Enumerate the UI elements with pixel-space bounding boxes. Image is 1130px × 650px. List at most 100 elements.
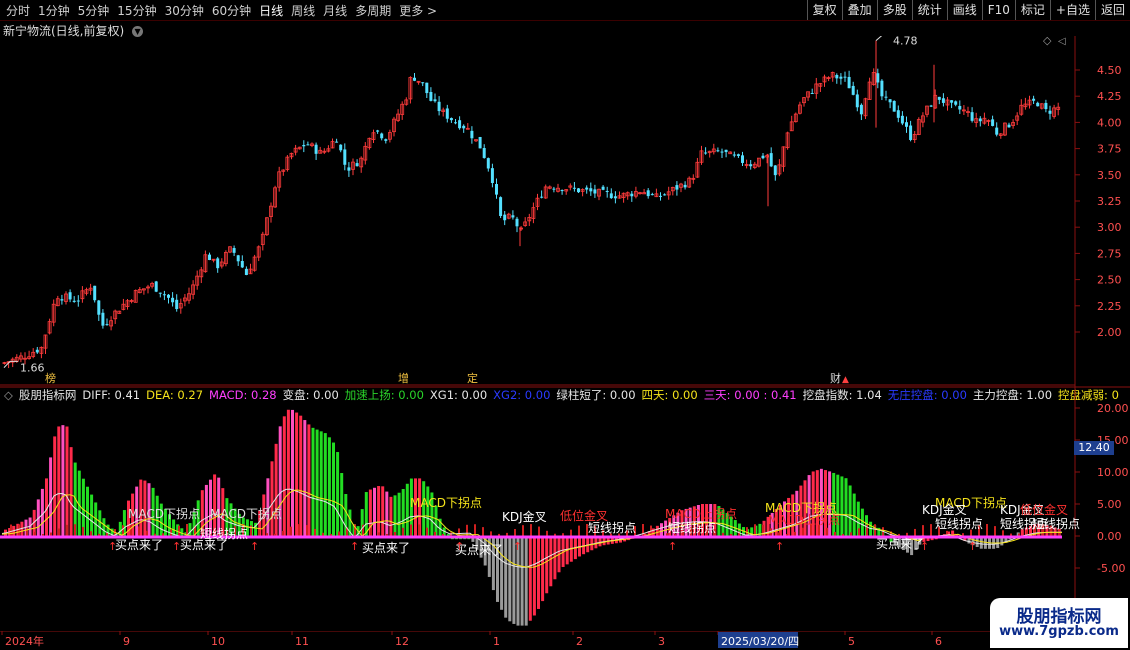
period-tab[interactable]: 日线 [255, 2, 287, 19]
candle [666, 186, 671, 200]
histogram-bar [852, 493, 856, 536]
candle [707, 150, 712, 158]
candle [359, 156, 364, 173]
candle [445, 104, 449, 123]
toolbar-button[interactable]: 画线 [946, 0, 982, 20]
candle [741, 151, 744, 167]
signal-bars [10, 524, 1060, 536]
period-tab[interactable]: 30分钟 [161, 2, 208, 19]
signal-label: MACD下拐点 [410, 495, 482, 510]
candle [793, 112, 798, 123]
candle [55, 295, 60, 307]
candle [757, 157, 761, 168]
histogram-bar [504, 536, 508, 618]
toolbar-button[interactable]: F10 [981, 0, 1015, 20]
signal-label: 短线拐点 [200, 526, 248, 541]
histogram-bar [528, 536, 532, 621]
date-tick-label: 2024年 [5, 634, 44, 648]
period-tab[interactable]: 1分钟 [34, 2, 74, 19]
candle [974, 112, 979, 128]
histogram-bar [844, 478, 848, 536]
candle [941, 93, 945, 107]
candle [499, 196, 503, 219]
period-tab[interactable]: 60分钟 [208, 2, 255, 19]
period-selector: 分时 1分钟 5分钟 15分钟 30分钟 60分钟 日线 周线 月线 多周期 更多 > [2, 0, 441, 20]
candle [822, 74, 827, 87]
event-tag: 增 [398, 371, 409, 385]
toolbar-button[interactable]: +自选 [1049, 0, 1095, 20]
candle [158, 292, 162, 298]
date-tick-label: 6 [935, 635, 942, 648]
histogram-bar [660, 523, 663, 536]
date-tick: 5 [844, 631, 855, 648]
candle [264, 217, 269, 237]
price-tick-label: 3.25 [1097, 195, 1122, 208]
candle [486, 157, 490, 172]
candle [781, 146, 786, 172]
candle [609, 188, 613, 199]
histogram-bar [319, 431, 323, 536]
candle [244, 266, 248, 276]
candle [711, 143, 716, 155]
buy-arrow-icon: ↑ [108, 540, 117, 553]
macd-indicator-chart[interactable]: 20.0015.0010.005.000.00-5.00MACD下拐点MACD下… [0, 386, 1130, 631]
date-tick-label: 3 [658, 635, 665, 648]
candle [318, 146, 323, 154]
period-tab[interactable]: 分时 [2, 2, 34, 19]
candle [998, 132, 1003, 139]
signal-label: 短线拐点 [935, 516, 983, 531]
histogram-bar [295, 412, 299, 536]
histogram-bar [373, 487, 376, 536]
candle [634, 186, 638, 199]
candlestick-chart[interactable]: 4.50 4.25 4.00 3.75 3.50 3.25 3.00 2.75 2.50 2.25… [0, 36, 1130, 386]
signal-label: MACD上拐点 [768, 512, 840, 527]
candle [474, 139, 478, 142]
signal-label: KDJ金叉 [922, 502, 967, 517]
candle [543, 184, 548, 199]
buy-arrow-icon: ↑ [968, 540, 977, 553]
candle [1036, 101, 1040, 107]
candle [80, 286, 85, 303]
candle [663, 193, 667, 196]
candle [335, 138, 339, 143]
period-tab[interactable]: 月线 [319, 2, 351, 19]
candle [683, 181, 687, 190]
candle [1003, 122, 1007, 137]
candle [527, 213, 532, 226]
candle [105, 318, 109, 326]
candle [535, 193, 540, 211]
candle [909, 120, 913, 142]
toolbar-button[interactable]: 叠加 [841, 0, 877, 20]
candle [441, 107, 446, 117]
histogram-bar [848, 485, 852, 536]
candle [597, 188, 601, 201]
toolbar-button[interactable]: 复权 [806, 0, 842, 20]
period-tab[interactable]: 更多 > [395, 2, 441, 19]
period-tab[interactable]: 5分钟 [74, 2, 114, 19]
toolbar-button[interactable]: 多股 [876, 0, 912, 20]
candle [171, 292, 175, 307]
histogram-bar [397, 492, 401, 536]
candle [387, 129, 392, 143]
period-tab[interactable]: 15分钟 [113, 2, 160, 19]
toolbar-button[interactable]: 标记 [1014, 0, 1050, 20]
date-tick: 3 [654, 631, 665, 648]
candle [141, 288, 146, 295]
candle [203, 250, 208, 273]
candle [900, 111, 904, 126]
toolbar-button[interactable]: 统计 [911, 0, 947, 20]
candle [921, 112, 925, 128]
top-toolbar: 分时 1分钟 5分钟 15分钟 30分钟 60分钟 日线 周线 月线 多周期 更多 > 复权 叠加 多股… [0, 0, 1130, 21]
candle [704, 147, 708, 155]
candle [818, 82, 823, 93]
histogram-bar [582, 536, 586, 555]
period-tab[interactable]: 多周期 [351, 2, 395, 19]
toolbar-button[interactable]: 返回 [1094, 0, 1130, 20]
candle [1027, 95, 1032, 109]
candle-series [2, 40, 1061, 369]
candle [47, 318, 52, 335]
histogram-bar [98, 510, 102, 536]
period-tab[interactable]: 周线 [287, 2, 319, 19]
candle [68, 289, 72, 303]
date-tick: 2025/03/20/四 [717, 631, 799, 648]
